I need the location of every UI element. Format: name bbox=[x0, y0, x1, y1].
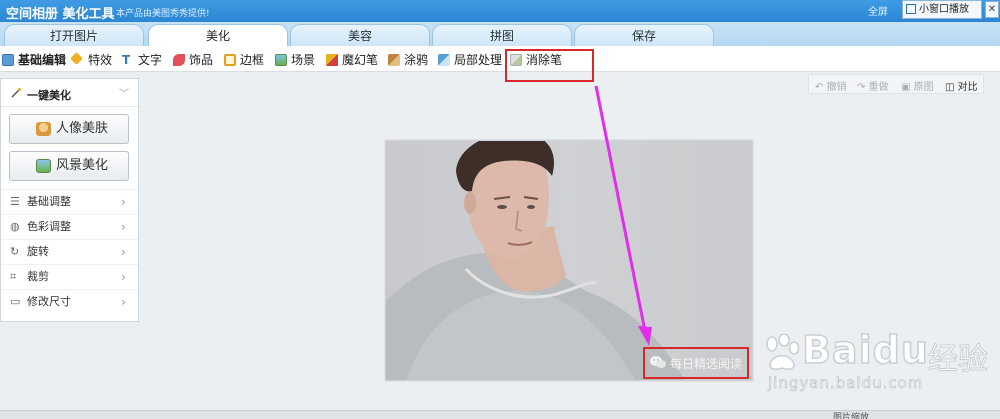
paw-icon bbox=[766, 334, 800, 370]
zoom-label: 图片缩放 bbox=[833, 413, 870, 419]
baidu-url: jingyan.baidu.com bbox=[768, 374, 924, 393]
baidu-wordmark: Baidu bbox=[801, 327, 929, 373]
jingyan-wordmark: 经验 bbox=[928, 342, 989, 378]
